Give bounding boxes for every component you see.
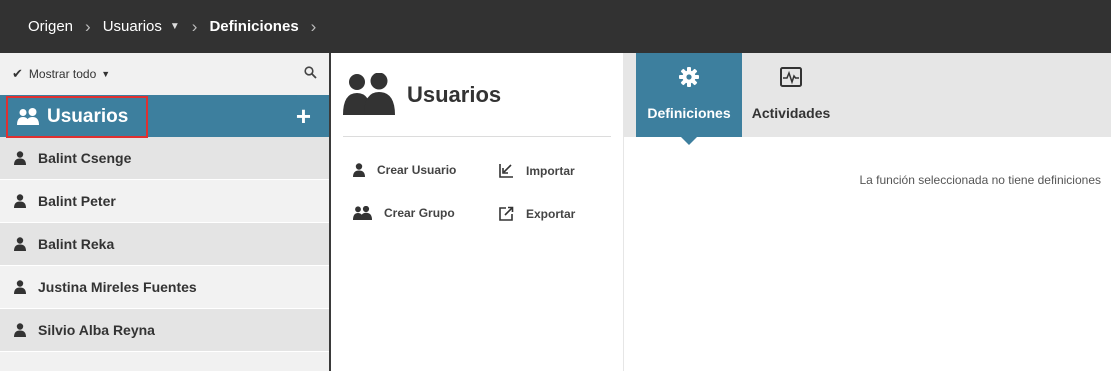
tab-definiciones-label: Definiciones — [647, 105, 731, 121]
details-panel: Definiciones Actividades La función sele… — [624, 53, 1111, 371]
create-user-label: Crear Usuario — [377, 163, 457, 177]
tab-actividades-label: Actividades — [751, 105, 831, 121]
import-button[interactable]: Importar — [499, 163, 575, 178]
tab-bar: Definiciones Actividades — [624, 53, 1111, 145]
create-group-label: Crear Grupo — [384, 206, 455, 220]
tab-definiciones[interactable]: Definiciones — [636, 53, 742, 145]
export-icon — [499, 206, 514, 221]
list-item[interactable]: Silvio Alba Reyna — [0, 309, 329, 352]
user-icon — [14, 237, 26, 251]
show-all-filter[interactable]: Mostrar todo — [29, 67, 96, 81]
import-icon — [499, 163, 514, 178]
tab-actividades[interactable]: Actividades — [742, 53, 840, 137]
users-icon — [343, 72, 395, 120]
sidebar-title[interactable]: Usuarios — [6, 96, 148, 138]
user-name: Justina Mireles Fuentes — [38, 279, 197, 295]
checkmark-icon: ✔ — [12, 66, 23, 81]
list-item[interactable]: Justina Mireles Fuentes — [0, 266, 329, 309]
chevron-down-icon[interactable]: ▼ — [170, 21, 180, 32]
gear-icon — [679, 65, 699, 89]
actions-panel: Usuarios Crear Usuario Importar Crear Gr… — [331, 53, 624, 371]
user-name: Balint Csenge — [38, 150, 132, 166]
user-name: Silvio Alba Reyna — [38, 322, 155, 338]
export-button[interactable]: Exportar — [499, 206, 575, 221]
user-icon — [14, 280, 26, 294]
breadcrumb-separator-icon: › — [85, 16, 91, 36]
sidebar-title-label: Usuarios — [47, 106, 129, 127]
user-icon — [14, 151, 26, 165]
chevron-down-icon[interactable]: ▼ — [101, 69, 110, 79]
panel-header: Usuarios — [343, 72, 611, 137]
user-icon — [353, 163, 365, 177]
breadcrumb-origen[interactable]: Origen — [28, 18, 73, 35]
user-icon — [14, 323, 26, 337]
list-item[interactable]: Balint Peter — [0, 180, 329, 223]
import-label: Importar — [526, 163, 575, 178]
user-name: Balint Peter — [38, 193, 116, 209]
page-title: Usuarios — [407, 82, 502, 107]
list-item[interactable]: Balint Reka — [0, 223, 329, 266]
breadcrumb-separator-icon: › — [310, 16, 317, 36]
search-icon[interactable] — [304, 66, 317, 82]
add-user-button[interactable]: + — [296, 101, 311, 131]
breadcrumb-definiciones[interactable]: Definiciones — [209, 18, 298, 35]
users-icon — [353, 206, 372, 220]
create-user-button[interactable]: Crear Usuario — [353, 163, 456, 177]
sidebar-header: Usuarios + — [0, 95, 329, 138]
breadcrumb: Origen › Usuarios ▼ › Definiciones › — [0, 0, 1111, 53]
users-icon — [16, 108, 40, 126]
user-list: Balint Csenge Balint Peter Balint Reka J… — [0, 137, 329, 352]
empty-state-message: La función seleccionada no tiene definic… — [859, 173, 1101, 187]
users-sidebar: ✔ Mostrar todo ▼ Usuarios + Balint Cseng… — [0, 53, 331, 371]
create-group-button[interactable]: Crear Grupo — [353, 206, 455, 220]
export-label: Exportar — [526, 206, 576, 221]
list-item[interactable]: Balint Csenge — [0, 137, 329, 180]
activity-icon — [780, 65, 802, 89]
user-name: Balint Reka — [38, 236, 115, 252]
user-icon — [14, 194, 26, 208]
breadcrumb-separator-icon: › — [191, 16, 198, 36]
filter-bar: ✔ Mostrar todo ▼ — [0, 53, 329, 95]
breadcrumb-usuarios[interactable]: Usuarios — [103, 18, 162, 35]
